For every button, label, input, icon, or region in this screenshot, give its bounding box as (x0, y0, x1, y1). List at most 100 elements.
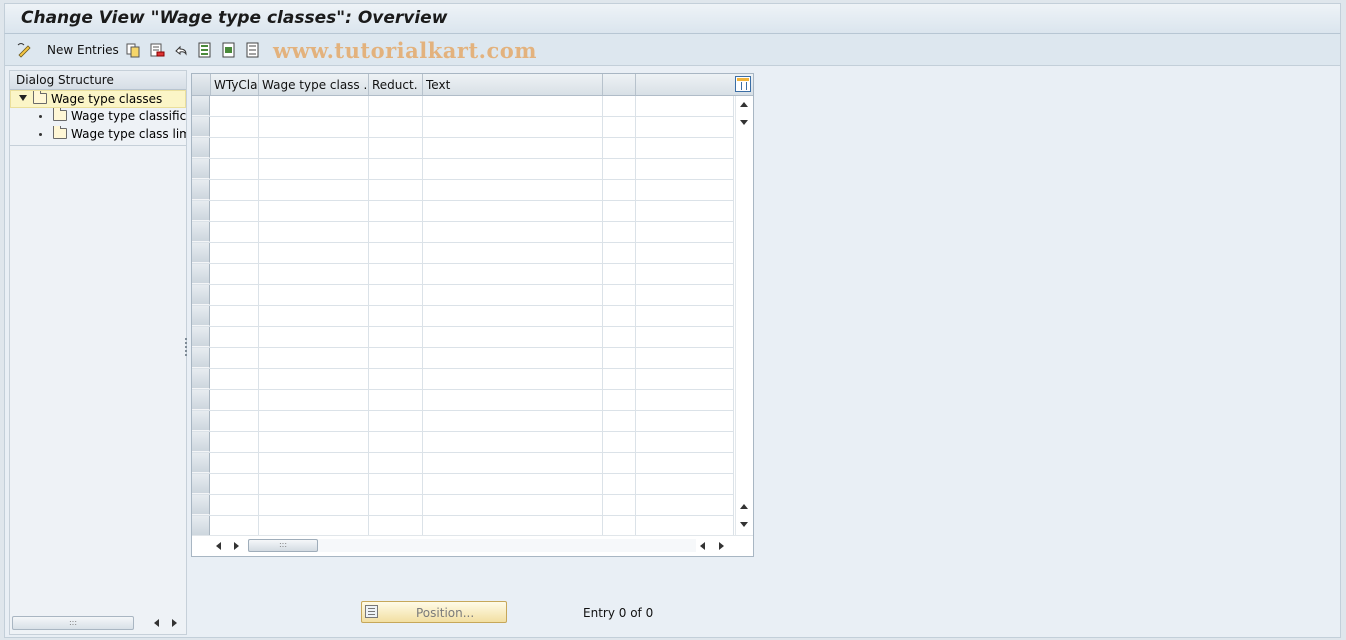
table-cell[interactable] (636, 432, 734, 453)
row-selector[interactable] (192, 432, 210, 452)
table-cell[interactable] (603, 117, 636, 138)
table-cell[interactable] (259, 390, 369, 411)
table-cell[interactable] (211, 180, 259, 201)
table-cell[interactable] (423, 180, 603, 201)
copy-button[interactable] (125, 40, 141, 60)
table-cell[interactable] (259, 264, 369, 285)
scroll-track[interactable]: ::: (248, 539, 696, 552)
table-row[interactable] (192, 327, 734, 348)
table-cell[interactable] (423, 516, 603, 537)
table-cell[interactable] (423, 432, 603, 453)
table-cell[interactable] (603, 369, 636, 390)
table-cell[interactable] (603, 411, 636, 432)
table-cell[interactable] (603, 264, 636, 285)
scroll-right-icon[interactable] (719, 542, 724, 550)
table-cell[interactable] (259, 516, 369, 537)
table-row[interactable] (192, 516, 734, 537)
column-header-blank[interactable] (636, 74, 734, 95)
position-button[interactable]: Position... (361, 601, 507, 623)
table-cell[interactable] (636, 96, 734, 117)
table-cell[interactable] (603, 327, 636, 348)
table-cell[interactable] (603, 348, 636, 369)
table-cell[interactable] (369, 138, 423, 159)
table-cell[interactable] (603, 516, 636, 537)
row-selector[interactable] (192, 453, 210, 473)
table-cell[interactable] (636, 117, 734, 138)
tree-item-wage-type-class-limit[interactable]: Wage type class limit (10, 126, 186, 144)
expand-toggle-icon[interactable] (19, 95, 27, 101)
scroll-page-up-icon[interactable] (740, 504, 748, 509)
scroll-left-icon[interactable] (154, 619, 159, 627)
table-cell[interactable] (369, 201, 423, 222)
table-cell[interactable] (636, 222, 734, 243)
table-row[interactable] (192, 264, 734, 285)
row-selector[interactable] (192, 390, 210, 410)
row-selector[interactable] (192, 474, 210, 494)
table-cell[interactable] (603, 243, 636, 264)
table-cell[interactable] (423, 285, 603, 306)
row-selector[interactable] (192, 369, 210, 389)
table-cell[interactable] (211, 327, 259, 348)
display-change-button[interactable] (17, 40, 33, 60)
table-cell[interactable] (603, 138, 636, 159)
scroll-right-icon[interactable] (234, 542, 239, 550)
table-cell[interactable] (259, 432, 369, 453)
row-selector[interactable] (192, 516, 210, 536)
table-cell[interactable] (259, 243, 369, 264)
select-all-rows-button[interactable] (192, 74, 211, 95)
table-cell[interactable] (259, 369, 369, 390)
table-cell[interactable] (369, 243, 423, 264)
table-row[interactable] (192, 390, 734, 411)
table-cell[interactable] (369, 432, 423, 453)
table-cell[interactable] (369, 516, 423, 537)
table-row[interactable] (192, 180, 734, 201)
table-cell[interactable] (636, 243, 734, 264)
table-row[interactable] (192, 369, 734, 390)
table-cell[interactable] (423, 117, 603, 138)
table-cell[interactable] (423, 369, 603, 390)
row-selector[interactable] (192, 243, 210, 263)
table-cell[interactable] (423, 495, 603, 516)
table-cell[interactable] (211, 243, 259, 264)
table-cell[interactable] (369, 411, 423, 432)
table-cell[interactable] (636, 390, 734, 411)
table-cell[interactable] (636, 411, 734, 432)
table-cell[interactable] (211, 117, 259, 138)
row-selector[interactable] (192, 180, 210, 200)
table-cell[interactable] (211, 411, 259, 432)
table-cell[interactable] (636, 201, 734, 222)
table-cell[interactable] (369, 306, 423, 327)
table-cell[interactable] (369, 117, 423, 138)
table-cell[interactable] (369, 327, 423, 348)
table-cell[interactable] (369, 159, 423, 180)
select-all-button[interactable] (197, 40, 213, 60)
table-cell[interactable] (423, 201, 603, 222)
scroll-thumb[interactable]: ::: (248, 539, 318, 552)
table-cell[interactable] (603, 474, 636, 495)
table-cell[interactable] (369, 390, 423, 411)
table-cell[interactable] (369, 285, 423, 306)
table-cell[interactable] (636, 369, 734, 390)
row-selector[interactable] (192, 411, 210, 431)
column-header-wage-type-class[interactable]: Wage type class ... (259, 74, 369, 95)
table-row[interactable] (192, 96, 734, 117)
table-cell[interactable] (259, 222, 369, 243)
new-entries-button[interactable]: New Entries (35, 40, 119, 60)
table-cell[interactable] (259, 453, 369, 474)
select-block-button[interactable] (221, 40, 237, 60)
table-row[interactable] (192, 222, 734, 243)
table-row[interactable] (192, 159, 734, 180)
row-selector[interactable] (192, 159, 210, 179)
table-cell[interactable] (603, 453, 636, 474)
table-cell[interactable] (369, 369, 423, 390)
table-cell[interactable] (423, 138, 603, 159)
table-cell[interactable] (603, 96, 636, 117)
table-cell[interactable] (211, 474, 259, 495)
row-selector[interactable] (192, 222, 210, 242)
table-row[interactable] (192, 285, 734, 306)
table-cell[interactable] (259, 495, 369, 516)
scroll-page-down-icon[interactable] (740, 120, 748, 125)
table-row[interactable] (192, 411, 734, 432)
table-cell[interactable] (603, 180, 636, 201)
tree-item-wage-type-classes[interactable]: Wage type classes (10, 90, 186, 108)
